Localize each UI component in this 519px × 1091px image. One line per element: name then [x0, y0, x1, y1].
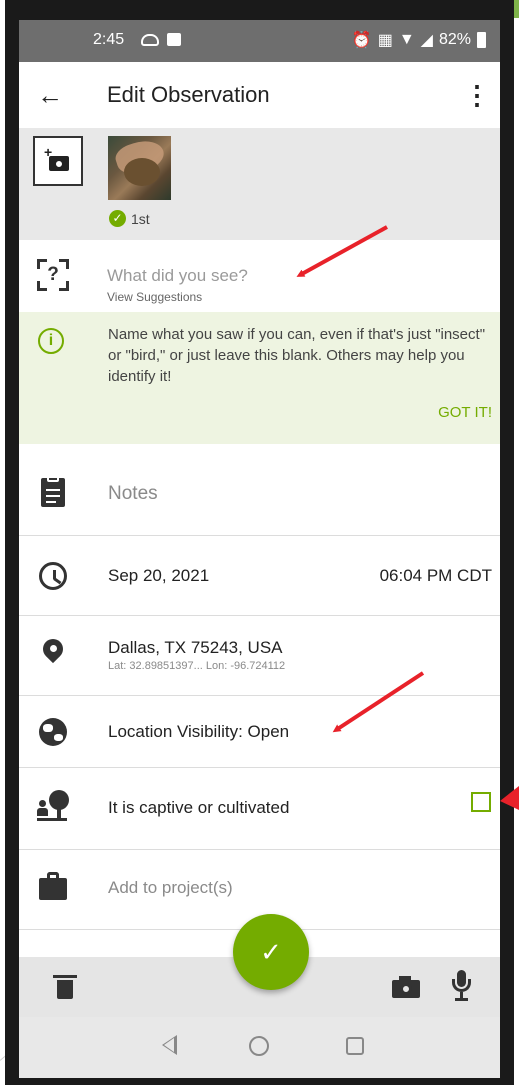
- globe-icon: [37, 716, 69, 748]
- trash-icon[interactable]: [53, 975, 77, 999]
- identify-icon: ?: [37, 259, 69, 291]
- checkmark-icon: ✓: [260, 937, 282, 967]
- alarm-icon: ⏰: [351, 32, 372, 49]
- more-options-icon[interactable]: ⋮: [464, 78, 490, 112]
- got-it-button[interactable]: GOT IT!: [438, 404, 492, 421]
- image-icon: [167, 33, 181, 46]
- back-arrow-icon[interactable]: ←: [33, 78, 67, 112]
- observation-date[interactable]: Sep 20, 2021: [108, 566, 209, 586]
- notes-input[interactable]: Notes: [108, 483, 158, 505]
- status-notification-icons: [141, 30, 181, 46]
- page-title: Edit Observation: [107, 82, 270, 107]
- volte-icon: ▦: [377, 32, 393, 49]
- location-visibility-label: Location Visibility: Open: [108, 722, 290, 741]
- captive-label: It is captive or cultivated: [108, 798, 290, 817]
- wifi-icon: ▼: [398, 31, 415, 48]
- status-time: 2:45: [93, 31, 125, 48]
- observation-photo-thumbnail[interactable]: [108, 136, 171, 200]
- photo-strip: + ✓ 1st: [19, 128, 500, 240]
- nav-back-icon[interactable]: [162, 1035, 177, 1055]
- species-input[interactable]: What did you see?: [107, 266, 248, 286]
- tip-text: Name what you saw if you can, even if th…: [108, 326, 486, 385]
- captive-checkbox[interactable]: [471, 792, 491, 812]
- status-bar: 2:45 ⏰ ▦ ▼ ◢ 82%: [19, 20, 500, 62]
- location-name: Dallas, TX 75243, USA: [108, 638, 283, 657]
- location-coordinates: Lat: 32.89851397... Lon: -96.724112: [108, 660, 286, 672]
- first-photo-badge: ✓ 1st: [109, 210, 150, 227]
- info-icon: i: [38, 328, 64, 354]
- clock-icon: [37, 560, 69, 592]
- camera-icon[interactable]: [392, 976, 420, 998]
- phone-screen: 2:45 ⏰ ▦ ▼ ◢ 82% ← Edit Observation ⋮ +: [19, 20, 500, 1078]
- briefcase-icon: [37, 870, 69, 902]
- datetime-row[interactable]: Sep 20, 2021 06:04 PM CDT: [19, 536, 500, 616]
- captive-row[interactable]: It is captive or cultivated: [19, 768, 500, 850]
- camera-lens: [54, 159, 64, 169]
- photo-bird: [124, 158, 160, 186]
- observation-time[interactable]: 06:04 PM CDT: [380, 566, 492, 586]
- info-tip: i Name what you saw if you can, even if …: [19, 312, 500, 444]
- clipboard-icon: [37, 476, 69, 508]
- cloud-icon: [141, 34, 159, 46]
- view-suggestions-link[interactable]: View Suggestions: [107, 290, 202, 304]
- add-photo-button[interactable]: +: [33, 136, 83, 186]
- microphone-icon[interactable]: [450, 970, 472, 1002]
- captive-cultivated-icon: [37, 790, 69, 822]
- first-photo-label: 1st: [131, 210, 150, 227]
- notes-row[interactable]: Notes: [19, 450, 500, 536]
- nav-recents-icon[interactable]: [346, 1037, 364, 1055]
- signal-icon: ◢: [420, 32, 433, 49]
- species-field[interactable]: ? What did you see? View Suggestions: [19, 240, 500, 310]
- location-row[interactable]: Dallas, TX 75243, USA Lat: 32.89851397..…: [19, 616, 500, 696]
- check-circle-icon: ✓: [109, 210, 126, 227]
- battery-icon: [477, 32, 486, 48]
- phone-frame: 2:45 ⏰ ▦ ▼ ◢ 82% ← Edit Observation ⋮ +: [5, 0, 514, 1085]
- system-nav-bar: [19, 1017, 500, 1078]
- app-bar: ← Edit Observation ⋮: [19, 62, 500, 128]
- add-to-projects[interactable]: Add to project(s): [108, 878, 233, 898]
- location-visibility-row[interactable]: Location Visibility: Open: [19, 696, 500, 768]
- location-pin-icon: [37, 634, 69, 670]
- save-observation-button[interactable]: ✓: [233, 914, 309, 990]
- nav-home-icon[interactable]: [249, 1036, 269, 1056]
- battery-percent: 82%: [438, 31, 471, 48]
- status-system-icons: ⏰ ▦ ▼ ◢ 82%: [352, 30, 486, 50]
